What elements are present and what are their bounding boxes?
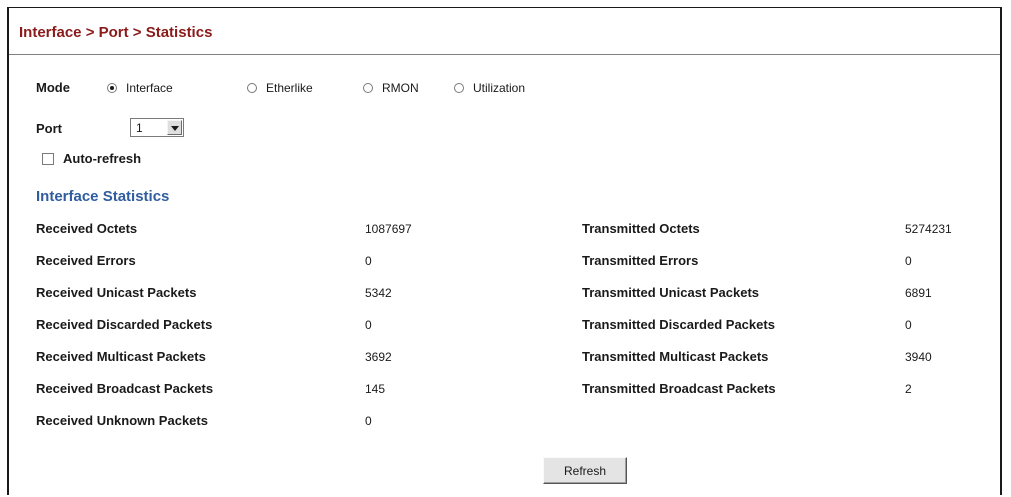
auto-refresh-label: Auto-refresh	[63, 151, 142, 166]
stat-label: Transmitted Octets	[582, 221, 700, 236]
radio-icon[interactable]	[454, 83, 464, 93]
title-divider	[9, 54, 1000, 55]
stat-label: Received Broadcast Packets	[36, 381, 214, 396]
stat-label: Received Errors	[36, 253, 136, 268]
refresh-button[interactable]: Refresh	[543, 457, 627, 484]
stat-value: 1087697	[365, 222, 412, 236]
mode-option-label: RMON	[382, 81, 419, 95]
stat-value: 2	[905, 382, 912, 396]
chevron-down-icon[interactable]	[167, 120, 182, 135]
stat-label: Received Unknown Packets	[36, 413, 208, 428]
stat-value: 0	[365, 318, 372, 332]
mode-option-utilization[interactable]: Utilization	[454, 81, 525, 95]
radio-icon[interactable]	[107, 83, 117, 93]
stat-label: Transmitted Broadcast Packets	[582, 381, 776, 396]
stat-label: Received Octets	[36, 221, 138, 236]
stat-value: 5274231	[905, 222, 952, 236]
statistics-panel: Interface > Port > Statistics Mode Inter…	[7, 7, 1002, 495]
stat-label: Received Multicast Packets	[36, 349, 206, 364]
stat-label: Transmitted Errors	[582, 253, 699, 268]
radio-icon[interactable]	[363, 83, 373, 93]
mode-option-label: Utilization	[473, 81, 526, 95]
mode-option-label: Etherlike	[266, 81, 313, 95]
port-select[interactable]: 1	[130, 118, 184, 137]
stat-value: 5342	[365, 286, 392, 300]
stat-value: 3692	[365, 350, 392, 364]
auto-refresh-checkbox[interactable]	[42, 153, 54, 165]
mode-option-label: Interface	[126, 81, 173, 95]
stat-value: 0	[365, 254, 372, 268]
page-title: Interface > Port > Statistics	[19, 24, 213, 41]
stat-label: Transmitted Discarded Packets	[582, 317, 775, 332]
stat-label: Transmitted Unicast Packets	[582, 285, 760, 300]
port-label: Port	[36, 121, 62, 136]
mode-option-etherlike[interactable]: Etherlike	[247, 81, 313, 95]
stat-label: Received Discarded Packets	[36, 317, 213, 332]
stat-value: 0	[365, 414, 372, 428]
stat-value: 0	[905, 254, 912, 268]
mode-label: Mode	[36, 80, 70, 95]
stat-label: Transmitted Multicast Packets	[582, 349, 769, 364]
port-select-value: 1	[136, 121, 143, 135]
stat-value: 0	[905, 318, 912, 332]
mode-option-rmon[interactable]: RMON	[363, 81, 419, 95]
stat-label: Received Unicast Packets	[36, 285, 197, 300]
stat-value: 145	[365, 382, 386, 396]
section-title: Interface Statistics	[36, 188, 170, 205]
mode-option-interface[interactable]: Interface	[107, 81, 173, 95]
stat-value: 3940	[905, 350, 932, 364]
stat-value: 6891	[905, 286, 932, 300]
radio-icon[interactable]	[247, 83, 257, 93]
